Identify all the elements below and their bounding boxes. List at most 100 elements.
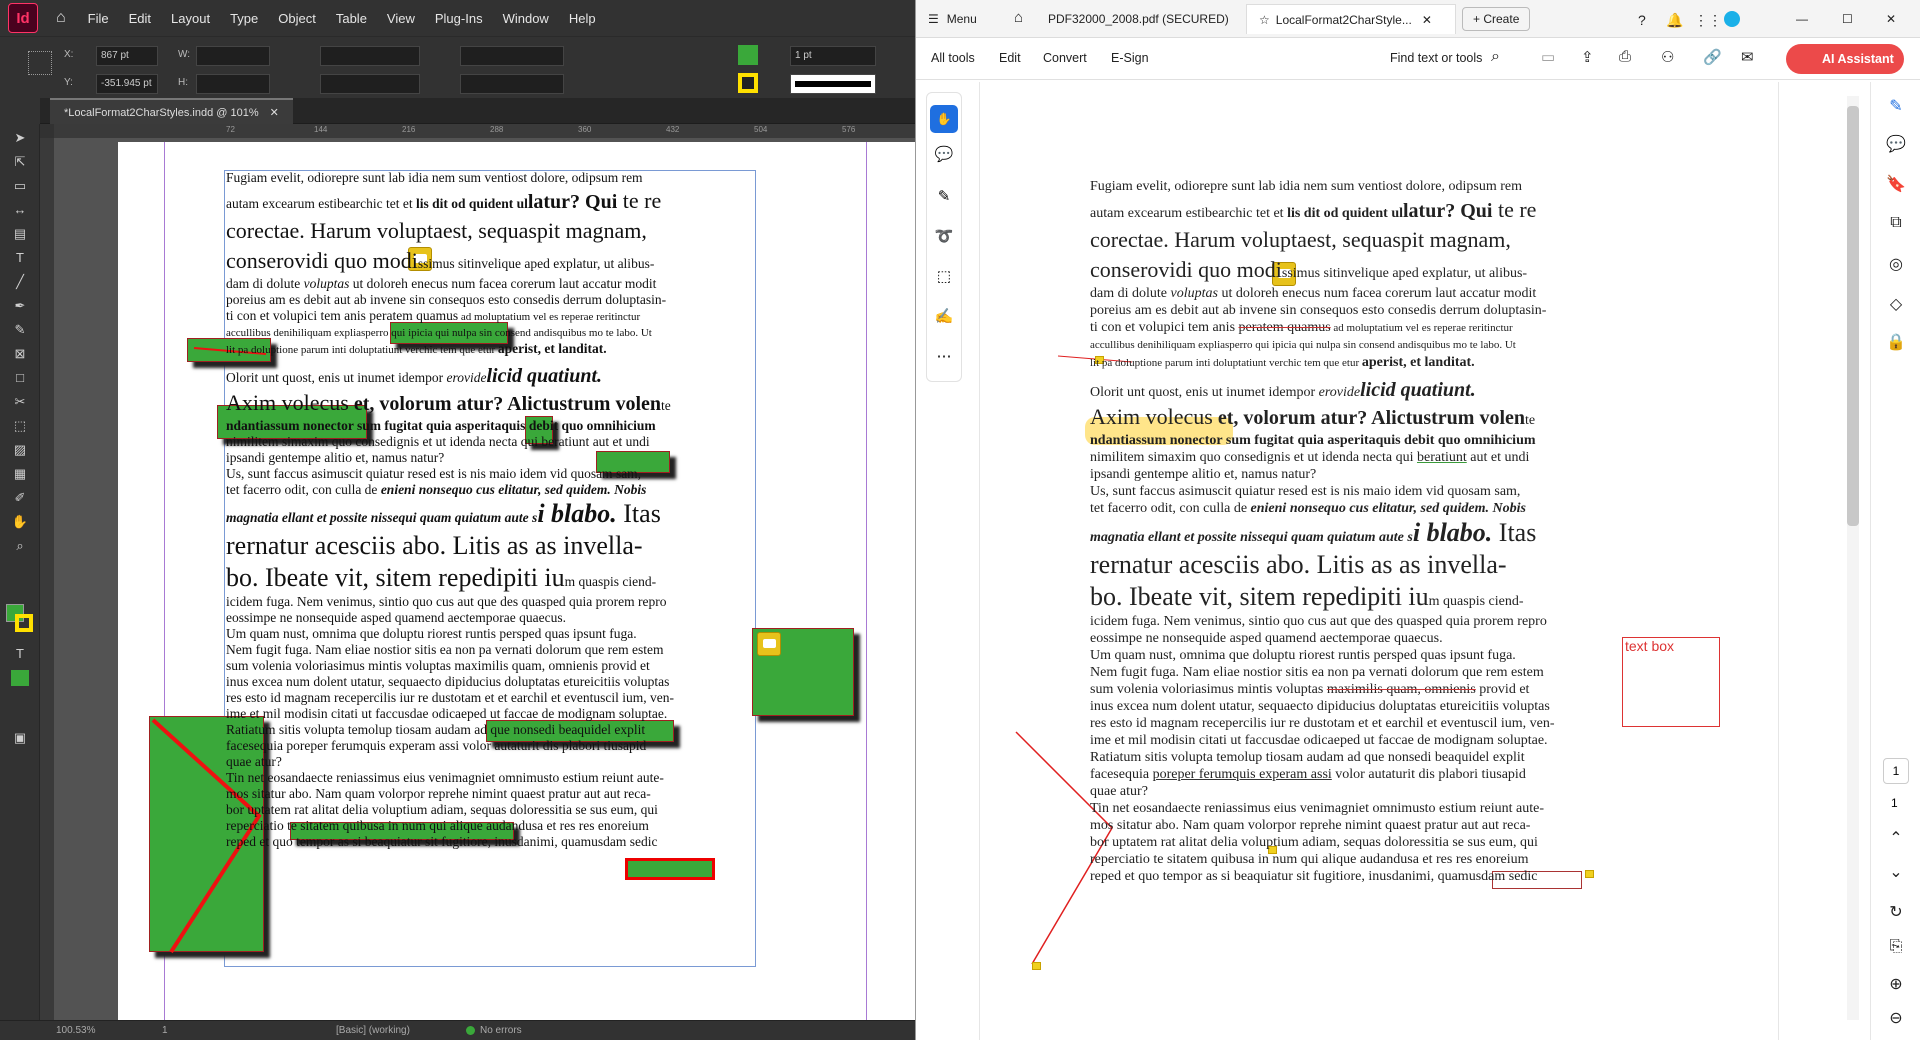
close-icon[interactable]: ✕ — [270, 107, 279, 119]
bookmark-icon[interactable]: 🔖 — [1885, 174, 1907, 196]
page-export-icon[interactable]: ⎘ — [1885, 938, 1907, 960]
menu-view[interactable]: View — [377, 11, 425, 26]
edit-pdf-icon[interactable]: ✎ — [1885, 96, 1907, 118]
stroke-swatch[interactable] — [738, 73, 758, 93]
free-transform-icon[interactable]: ⬚ — [6, 416, 34, 436]
menu-help[interactable]: Help — [559, 11, 606, 26]
menu-file[interactable]: File — [78, 11, 119, 26]
draw-icon[interactable]: ✎ — [930, 187, 958, 205]
menu-table[interactable]: Table — [326, 11, 377, 26]
avatar[interactable] — [1724, 11, 1740, 27]
pdf-textbox-annotation[interactable]: text box — [1622, 637, 1720, 727]
textbox-note-icon[interactable] — [757, 632, 781, 656]
comments-panel-icon[interactable]: 💬 — [1885, 134, 1907, 156]
formatting-icon[interactable]: T — [6, 644, 34, 664]
chevron-down-icon[interactable]: ⌄ — [1885, 862, 1907, 884]
type-tool-icon[interactable]: T — [6, 248, 34, 268]
menu-button[interactable]: ☰ Menu — [916, 4, 989, 34]
reference-point-icon[interactable] — [28, 51, 52, 75]
hand-tool-icon[interactable]: ✋ — [6, 512, 34, 532]
squiggly-annotation[interactable] — [625, 858, 715, 880]
scissors-icon[interactable]: ✂ — [6, 392, 34, 412]
star-icon[interactable]: ☆ — [1259, 13, 1270, 27]
tab-pdf32000[interactable]: PDF32000_2008.pdf (SECURED) — [1036, 4, 1242, 34]
close-window-icon[interactable]: ✕ — [1874, 4, 1908, 34]
line-tool-icon[interactable]: ╱ — [6, 272, 34, 292]
zoom-in-icon[interactable]: ⊕ — [1885, 974, 1907, 996]
note-tool-icon[interactable]: ▦ — [6, 464, 34, 484]
lock-icon[interactable]: 🔒 — [1885, 332, 1907, 354]
x-field[interactable]: 867 pt — [96, 46, 158, 66]
scale-x-field[interactable] — [320, 46, 420, 66]
esign-button[interactable]: E-Sign — [1111, 51, 1149, 65]
tab-localformat[interactable]: ☆ LocalFormat2CharStyle... ✕ — [1246, 4, 1456, 34]
stroke-weight-field[interactable]: 1 pt — [790, 46, 876, 66]
screen-mode-icon[interactable]: ▣ — [6, 728, 34, 748]
chevron-up-icon[interactable]: ⌃ — [1885, 828, 1907, 850]
gap-tool-icon[interactable]: ↔ — [6, 200, 34, 220]
zoom-level[interactable]: 100.53% — [56, 1025, 95, 1036]
menu-object[interactable]: Object — [268, 11, 326, 26]
pen-tool-icon[interactable]: ✒ — [6, 296, 34, 316]
mail-icon[interactable]: ✉ — [1741, 48, 1754, 66]
document-tab[interactable]: *LocalFormat2CharStyles.indd @ 101% ✕ — [50, 98, 293, 124]
pencil-tool-icon[interactable]: ✎ — [6, 320, 34, 340]
preflight-status[interactable]: No errors — [480, 1025, 522, 1036]
scale-y-field[interactable] — [320, 74, 420, 94]
edit-button[interactable]: Edit — [999, 51, 1021, 65]
ai-assistant-button[interactable]: AI Assistant — [1786, 44, 1904, 74]
w-field[interactable] — [196, 46, 270, 66]
refresh-icon[interactable]: ↻ — [1885, 902, 1907, 924]
menu-window[interactable]: Window — [493, 11, 559, 26]
target-icon[interactable]: ◎ — [1885, 254, 1907, 276]
zoom-tool-icon[interactable]: ⌕ — [6, 536, 34, 556]
page-number-box[interactable]: 1 — [1883, 758, 1909, 784]
rectangle-frame-icon[interactable]: ⊠ — [6, 344, 34, 364]
home-icon[interactable]: ⌂ — [56, 9, 66, 27]
scroll-thumb[interactable] — [1847, 106, 1859, 526]
direct-selection-icon[interactable]: ⇱ — [6, 152, 34, 172]
y-field[interactable]: -351.945 pt — [96, 74, 158, 94]
content-collector-icon[interactable]: ▤ — [6, 224, 34, 244]
stroke-type-field[interactable] — [790, 74, 876, 94]
lasso-icon[interactable]: ➰ — [930, 227, 958, 245]
save-icon[interactable]: ▭ — [1541, 48, 1555, 66]
fill-sign-icon[interactable]: ✍ — [930, 307, 958, 325]
gradient-icon[interactable]: ▨ — [6, 440, 34, 460]
pages-icon[interactable]: ⧉ — [1885, 214, 1907, 236]
link-icon[interactable]: 🔗 — [1703, 48, 1722, 66]
minimize-icon[interactable]: — — [1784, 4, 1820, 34]
convert-button[interactable]: Convert — [1043, 51, 1087, 65]
menu-edit[interactable]: Edit — [119, 11, 161, 26]
close-icon[interactable]: ✕ — [1422, 13, 1432, 27]
fill-swatch[interactable] — [738, 45, 758, 65]
print-icon[interactable]: ⎙ — [1619, 48, 1631, 65]
pdf-small-note-icon[interactable] — [1032, 962, 1041, 970]
menu-type[interactable]: Type — [220, 11, 268, 26]
menu-layout[interactable]: Layout — [161, 11, 220, 26]
text-select-icon[interactable]: ⬚ — [930, 267, 958, 285]
comment-icon[interactable]: 💬 — [930, 145, 958, 163]
rectangle-tool-icon[interactable]: □ — [6, 368, 34, 388]
search-icon[interactable]: ⌕ — [1491, 48, 1500, 66]
hand-tool-icon[interactable]: ✋ — [930, 105, 958, 133]
rotate-field[interactable] — [460, 46, 564, 66]
more-icon[interactable]: ⋯ — [930, 347, 958, 365]
eyedropper-icon[interactable]: ✐ — [6, 488, 34, 508]
style-status[interactable]: [Basic] (working) — [336, 1025, 410, 1036]
maximize-icon[interactable]: ☐ — [1830, 4, 1865, 34]
fill-stroke-icon[interactable] — [6, 604, 34, 634]
find-text-input[interactable]: Find text or tools — [1390, 51, 1482, 65]
menu-plugins[interactable]: Plug-Ins — [425, 11, 493, 26]
upload-icon[interactable]: ⇪ — [1581, 48, 1594, 66]
zoom-out-icon[interactable]: ⊖ — [1885, 1008, 1907, 1030]
share-icon[interactable]: ⚇ — [1661, 48, 1674, 66]
apply-color-icon[interactable] — [11, 670, 29, 686]
layers-icon[interactable]: ◇ — [1885, 294, 1907, 316]
all-tools-button[interactable]: All tools — [931, 51, 975, 65]
page-tool-icon[interactable]: ▭ — [6, 176, 34, 196]
page-number[interactable]: 1 — [162, 1025, 168, 1036]
create-button[interactable]: + Create — [1462, 7, 1531, 31]
home-tab[interactable]: ⌂ — [1002, 4, 1035, 34]
pdf-scrollbar[interactable] — [1847, 96, 1859, 1020]
